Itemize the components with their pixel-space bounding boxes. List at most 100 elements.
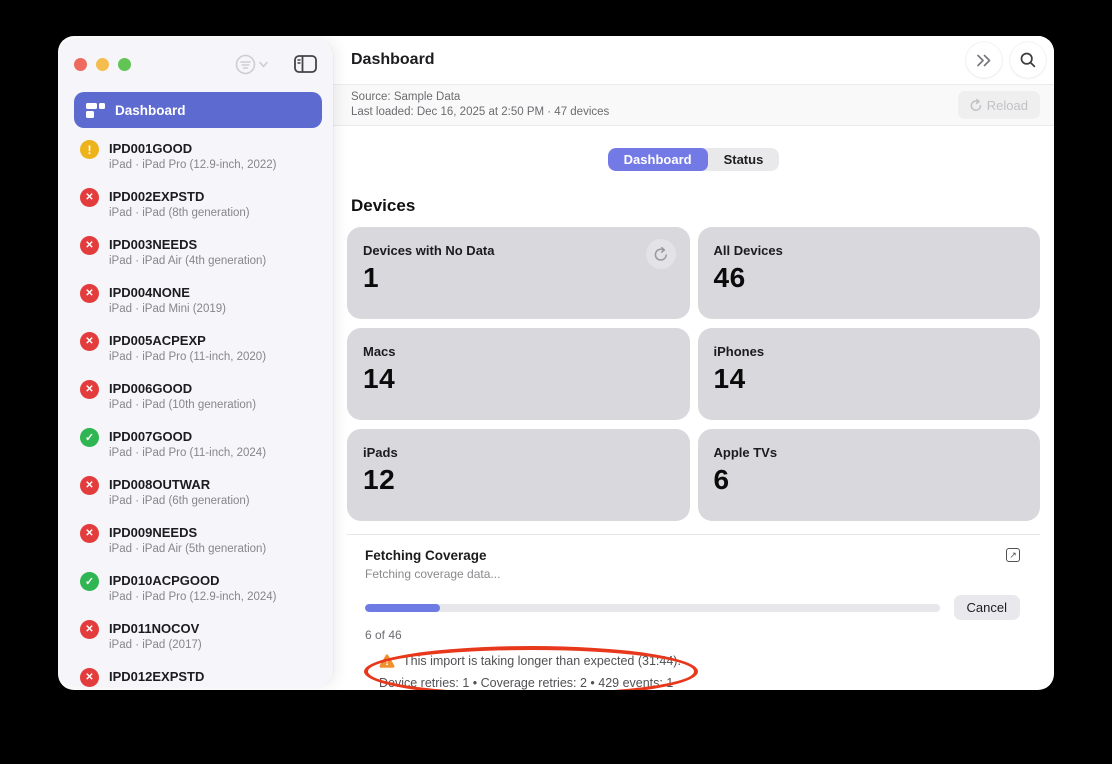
sidebar-toggle-icon: [294, 55, 317, 73]
device-list-item[interactable]: IPD010ACPGOOD iPad · iPad Pro (12.9-inch…: [58, 570, 333, 618]
retry-stats-text: Device retries: 1 • Coverage retries: 2 …: [379, 676, 674, 690]
card-label: iPads: [363, 445, 398, 460]
filter-menu-button[interactable]: [235, 54, 268, 75]
x-circle-icon: [80, 188, 99, 207]
source-label: Source: Sample Data: [351, 91, 461, 103]
traffic-lights: [74, 57, 131, 71]
card-label: Devices with No Data: [363, 243, 495, 258]
device-list-item[interactable]: IPD004NONE iPad · iPad Mini (2019): [58, 282, 333, 330]
expand-panel-button[interactable]: [966, 42, 1002, 78]
device-name: IPD009NEEDS: [109, 525, 198, 540]
device-model: iPad · iPad Pro (12.9-inch, 2024): [109, 591, 277, 603]
coverage-title: Fetching Coverage: [365, 548, 487, 563]
search-button[interactable]: [1010, 42, 1046, 78]
arrow-up-right-icon: ↗: [1009, 549, 1017, 560]
device-name: IPD005ACPEXP: [109, 333, 206, 348]
chevron-down-icon: [259, 61, 268, 68]
card-iphones[interactable]: iPhones 14: [697, 328, 1040, 420]
sidebar-item-dashboard[interactable]: Dashboard: [74, 92, 322, 128]
card-all-devices[interactable]: All Devices 46: [697, 227, 1040, 319]
device-model: iPad · iPad Pro (11-inch, 2024): [109, 447, 267, 459]
x-circle-icon: [80, 476, 99, 495]
card-value: 12: [363, 464, 396, 495]
device-cards-grid: Devices with No Data 1 All Devices 46 Ma…: [347, 227, 1040, 521]
device-name: IPD008OUTWAR: [109, 477, 211, 492]
card-devices-no-data[interactable]: Devices with No Data 1: [347, 227, 690, 319]
reload-button[interactable]: Reload: [957, 91, 1040, 119]
device-model: iPad · iPad Pro (12.9-inch, 2022): [109, 159, 277, 171]
tab-dashboard[interactable]: Dashboard: [607, 148, 708, 171]
app-window: Dashboard IPD001GOOD iPad · iPad Pro (12…: [58, 36, 1054, 690]
refresh-icon: [654, 246, 668, 262]
coverage-progress-bar: [365, 603, 940, 612]
warning-triangle-icon: [379, 654, 395, 668]
device-list-item[interactable]: IPD006GOOD iPad · iPad (10th generation): [58, 378, 333, 426]
exclamation-circle-icon: [80, 140, 99, 159]
reload-label: Reload: [986, 97, 1028, 113]
import-warning: This import is taking longer than expect…: [364, 646, 698, 690]
device-list-item[interactable]: IPD011NOCOV iPad · iPad (2017): [58, 618, 333, 666]
device-model: iPad · iPad Pro (11-inch, 2020): [109, 351, 267, 363]
coverage-subtitle: Fetching coverage data...: [365, 567, 501, 581]
device-list-item[interactable]: IPD003NEEDS iPad · iPad Air (4th generat…: [58, 234, 333, 282]
card-macs[interactable]: Macs 14: [347, 328, 690, 420]
x-circle-icon: [80, 620, 99, 639]
device-list-item[interactable]: IPD009NEEDS iPad · iPad Air (5th generat…: [58, 522, 333, 570]
open-in-window-button[interactable]: ↗: [1006, 548, 1020, 562]
x-circle-icon: [80, 332, 99, 351]
card-apple-tvs[interactable]: Apple TVs 6: [697, 429, 1040, 521]
refresh-card-button[interactable]: [645, 239, 676, 269]
main-content: Dashboard Source: Sample Data Last loade…: [333, 36, 1054, 690]
device-list-item[interactable]: IPD005ACPEXP iPad · iPad Pro (11-inch, 2…: [58, 330, 333, 378]
device-model: iPad · iPad (8th generation): [109, 207, 250, 219]
device-list-item[interactable]: IPD002EXPSTD iPad · iPad (8th generation…: [58, 186, 333, 234]
device-list: IPD001GOOD iPad · iPad Pro (12.9-inch, 2…: [58, 138, 333, 687]
check-circle-icon: [80, 572, 99, 591]
sidebar-toolbar: [58, 39, 333, 89]
source-infobar: Source: Sample Data Last loaded: Dec 16,…: [333, 84, 1054, 126]
card-label: All Devices: [713, 243, 783, 258]
progress-count-label: 6 of 46: [365, 628, 402, 642]
reload-icon: [970, 98, 982, 112]
devices-section-heading: Devices: [351, 196, 416, 215]
card-ipads[interactable]: iPads 12: [347, 429, 690, 521]
minimize-window-button[interactable]: [96, 57, 109, 71]
x-circle-icon: [80, 284, 99, 303]
device-list-item[interactable]: IPD012EXPSTD: [58, 666, 333, 687]
device-model: iPad · iPad Mini (2019): [109, 303, 226, 315]
card-value: 14: [713, 363, 746, 394]
x-circle-icon: [80, 236, 99, 255]
device-list-item[interactable]: IPD008OUTWAR iPad · iPad (6th generation…: [58, 474, 333, 522]
device-list-item[interactable]: IPD001GOOD iPad · iPad Pro (12.9-inch, 2…: [58, 138, 333, 186]
page-title: Dashboard: [351, 51, 435, 68]
device-model: iPad · iPad Air (5th generation): [109, 543, 267, 555]
device-name: IPD003NEEDS: [109, 237, 198, 252]
card-value: 14: [363, 363, 396, 394]
coverage-progress-fill: [365, 603, 440, 612]
sidebar-item-label: Dashboard: [115, 102, 186, 118]
device-model: iPad · iPad Air (4th generation): [109, 255, 267, 267]
card-label: Macs: [363, 344, 396, 359]
card-label: Apple TVs: [713, 445, 778, 460]
device-model: iPad · iPad (2017): [109, 639, 202, 651]
device-name: IPD004NONE: [109, 285, 190, 300]
warning-text: This import is taking longer than expect…: [403, 654, 681, 668]
card-value: 1: [363, 262, 380, 293]
search-icon: [1020, 52, 1036, 68]
device-name: IPD007GOOD: [109, 429, 193, 444]
card-value: 6: [713, 464, 730, 495]
fetching-coverage-panel: Fetching Coverage Fetching coverage data…: [347, 534, 1040, 690]
sidebar-toggle-button[interactable]: [294, 55, 317, 73]
x-circle-icon: [80, 668, 99, 687]
cancel-button[interactable]: Cancel: [953, 595, 1020, 620]
card-label: iPhones: [713, 344, 765, 359]
device-list-item[interactable]: IPD007GOOD iPad · iPad Pro (11-inch, 202…: [58, 426, 333, 474]
zoom-window-button[interactable]: [118, 57, 131, 71]
dashboard-content: Dashboard Status Devices Devices with No…: [333, 126, 1054, 690]
double-chevron-right-icon: [976, 54, 993, 67]
device-name: IPD001GOOD: [109, 141, 193, 156]
tab-status[interactable]: Status: [708, 148, 780, 171]
main-toolbar: Dashboard: [333, 36, 1054, 84]
device-name: IPD012EXPSTD: [109, 669, 205, 684]
close-window-button[interactable]: [74, 57, 87, 71]
